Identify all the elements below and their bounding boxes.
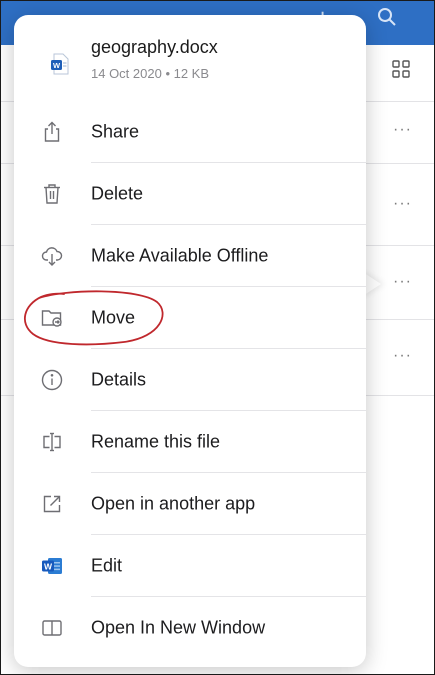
svg-text:W: W <box>44 562 53 572</box>
screenshot-frame: + ··· ··· ··· ··· <box>0 0 435 675</box>
more-options-button[interactable]: ··· <box>393 273 412 291</box>
file-header: W geography.docx 14 Oct 2020 • 12 KB <box>14 15 366 101</box>
new-window-icon <box>39 615 65 641</box>
share-icon <box>39 119 65 145</box>
menu-item-label: Open in another app <box>91 493 256 514</box>
menu-item-label: Open In New Window <box>91 617 266 638</box>
more-options-button[interactable]: ··· <box>393 347 412 365</box>
rename-icon <box>39 429 65 455</box>
menu-item-rename[interactable]: Rename this file <box>14 411 366 473</box>
annotation-circle <box>24 290 164 346</box>
menu-item-label: Rename this file <box>91 431 221 452</box>
menu-item-label: Share <box>91 121 140 142</box>
menu-item-open-in-another-app[interactable]: Open in another app <box>14 473 366 535</box>
file-meta: 14 Oct 2020 • 12 KB <box>91 66 210 81</box>
word-document-icon: W <box>51 53 69 75</box>
more-options-button[interactable]: ··· <box>393 121 412 139</box>
cloud-download-icon <box>39 243 65 269</box>
search-icon[interactable] <box>377 7 397 27</box>
menu-item-delete[interactable]: Delete <box>14 163 366 225</box>
menu-item-label: Make Available Offline <box>91 245 269 266</box>
menu-item-edit[interactable]: W Edit <box>14 535 366 597</box>
trash-icon <box>39 181 65 207</box>
menu-item-label: Delete <box>91 183 144 204</box>
svg-text:W: W <box>53 61 61 70</box>
menu-item-make-available-offline[interactable]: Make Available Offline <box>14 225 366 287</box>
word-app-icon: W <box>39 553 65 579</box>
menu-item-label: Details <box>91 369 147 390</box>
menu-item-details[interactable]: Details <box>14 349 366 411</box>
menu-item-open-in-new-window[interactable]: Open In New Window <box>14 597 366 659</box>
menu-item-share[interactable]: Share <box>14 101 366 163</box>
info-icon <box>39 367 65 393</box>
menu-item-label: Edit <box>91 555 123 576</box>
more-options-button[interactable]: ··· <box>393 195 412 213</box>
open-external-icon <box>39 491 65 517</box>
file-name: geography.docx <box>91 37 218 57</box>
